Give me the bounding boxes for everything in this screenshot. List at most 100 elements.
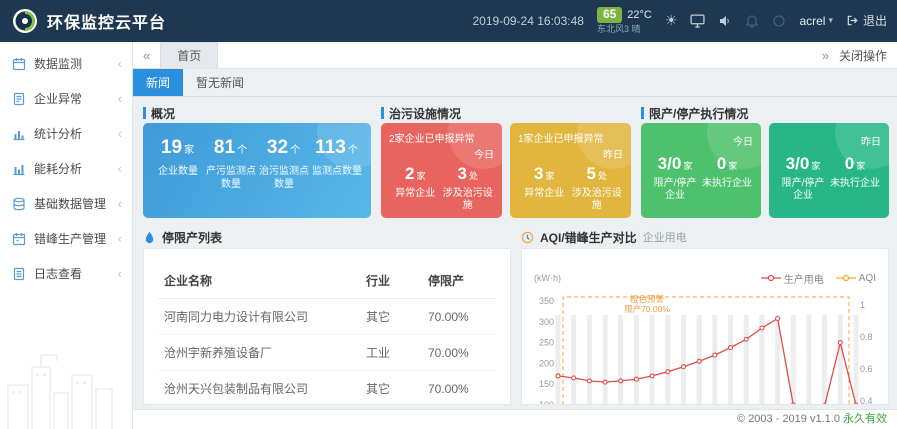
svg-text:橙色预警: 橙色预警 <box>630 294 665 304</box>
detail-row: 停限产列表 企业名称 行业 停限产 <box>143 226 889 405</box>
header-right: 2019-09-24 16:03:48 65 22°C 东北风3 晴 ☀ acr… <box>473 7 888 34</box>
column-header: 停限产 <box>422 263 496 299</box>
overview-card: 19家 企业数量 81个 产污监测点数量 32个 治污监测点数量 <box>143 123 371 218</box>
tab-news[interactable]: 新闻 <box>133 69 183 96</box>
news-tab-row: 新闻 暂无新闻 <box>133 69 897 97</box>
monitor-icon[interactable] <box>690 13 705 28</box>
city-skyline <box>0 337 133 429</box>
day-badge: 昨日 <box>777 133 881 148</box>
facility-card-today: 2家企业已申报异常 今日 2家 异常企业 3处 涉及治污设施 <box>381 123 502 218</box>
weather-widget: 65 22°C 东北风3 晴 <box>597 7 652 34</box>
stat-pollution-points: 81个 产污监测点数量 <box>204 137 257 191</box>
bell-icon[interactable] <box>745 14 759 28</box>
app-header: 环保监控云平台 2019-09-24 16:03:48 65 22°C 东北风3… <box>0 0 897 42</box>
table-row: 沧州宇新养殖设备厂 工业 70.00% <box>158 335 496 371</box>
username: acrel <box>799 14 825 28</box>
legend-label: AQI <box>859 273 876 284</box>
sidebar-item-peak-production[interactable]: 错峰生产管理 ‹ <box>0 221 132 256</box>
aqi-panel-subtitle: 企业用电 <box>643 229 687 245</box>
column-header: 企业名称 <box>158 263 360 299</box>
stop-list-table: 企业名称 行业 停限产 河南同力电力设计有限公司 其它 70.00% <box>158 263 496 405</box>
speaker-icon[interactable] <box>718 14 732 28</box>
legend-label: 生产用电 <box>784 271 824 286</box>
sidebar-item-base-data[interactable]: 基础数据管理 ‹ <box>0 186 132 221</box>
svg-text:200: 200 <box>539 358 554 368</box>
brand: 环保监控云平台 <box>12 8 166 34</box>
user-menu[interactable]: acrel ▾ <box>799 14 833 28</box>
content-area: « 首页 » 关闭操作 新闻 暂无新闻 概况 <box>133 42 897 429</box>
sidebar-item-statistics[interactable]: 统计分析 ‹ <box>0 116 132 151</box>
sidebar-item-enterprise-abnormal[interactable]: 企业异常 ‹ <box>0 81 132 116</box>
facility-section: 治污设施情况 2家企业已申报异常 今日 2家 异常企业 <box>381 103 631 218</box>
sidebar-item-label: 能耗分析 <box>34 160 110 177</box>
table-header-row: 企业名称 行业 停限产 <box>158 263 496 299</box>
tab-no-news[interactable]: 暂无新闻 <box>183 69 257 96</box>
legend-marker-icon <box>836 274 856 282</box>
facility-title: 治污设施情况 <box>381 103 631 123</box>
chevron-left-icon: ‹ <box>118 266 122 281</box>
stat-facilities-involved: 5处 涉及治污设施 <box>571 164 623 212</box>
log-icon <box>12 267 26 281</box>
legend-marker-icon <box>761 274 781 282</box>
svg-text:0.6: 0.6 <box>860 364 873 374</box>
stat-abnormal-enterprises: 2家 异常企业 <box>389 164 441 212</box>
database-icon <box>12 197 26 211</box>
facility-card-yesterday: 1家企业已申报异常 昨日 3家 异常企业 5处 涉及治污设施 <box>510 123 631 218</box>
overview-section: 概况 19家 企业数量 81个 产污监测点数量 <box>143 103 371 218</box>
collapse-tabs-icon[interactable]: « <box>143 48 150 63</box>
datetime: 2019-09-24 16:03:48 <box>473 14 584 28</box>
chevron-left-icon: ‹ <box>118 126 122 141</box>
table-row: 沧州天兴包装制品有限公司 其它 70.00% <box>158 371 496 406</box>
stat-monitor-points: 113个 监测点数量 <box>310 137 363 191</box>
main-layout: 数据监测 ‹ 企业异常 ‹ 统计分析 ‹ 能耗分析 ‹ <box>0 42 897 429</box>
tab-home[interactable]: 首页 <box>160 42 218 68</box>
svg-text:300: 300 <box>539 317 554 327</box>
sidebar-item-label: 日志查看 <box>34 265 110 282</box>
circle-icon[interactable] <box>772 14 786 28</box>
sidebar-item-logs[interactable]: 日志查看 ‹ <box>0 256 132 291</box>
close-operations-button[interactable]: 关闭操作 <box>839 47 887 64</box>
wind-label: 东北风3 晴 <box>597 25 652 35</box>
chevron-left-icon: ‹ <box>118 231 122 246</box>
y-axis-unit-label: (kW·h) <box>534 273 561 283</box>
day-badge: 今日 <box>649 133 753 148</box>
expand-tabs-icon[interactable]: » <box>822 48 829 63</box>
dashboard-panels: 概况 19家 企业数量 81个 产污监测点数量 <box>133 97 897 409</box>
svg-text:0.4: 0.4 <box>860 396 873 405</box>
svg-text:350: 350 <box>539 296 554 306</box>
sidebar-item-label: 基础数据管理 <box>34 195 110 212</box>
chart-legend: 生产用电 AQI <box>749 271 876 286</box>
chevron-left-icon: ‹ <box>118 161 122 176</box>
caret-down-icon: ▾ <box>828 15 833 26</box>
sidebar-item-label: 统计分析 <box>34 125 110 142</box>
aqi-chart-card: (kW·h) 生产用电AQI 35030025020015010010.80.6… <box>521 248 889 405</box>
bar-chart-icon <box>12 127 26 141</box>
svg-text:100: 100 <box>539 400 554 405</box>
stat-enterprises: 19家 企业数量 <box>151 137 204 191</box>
table-row: 河南同力电力设计有限公司 其它 70.00% <box>158 299 496 335</box>
license-text: 永久有效 <box>843 413 887 425</box>
schedule-icon <box>12 232 26 246</box>
sidebar-item-label: 错峰生产管理 <box>34 230 110 247</box>
sidebar-item-energy-analysis[interactable]: 能耗分析 ‹ <box>0 151 132 186</box>
stat-nonexecuting-enterprises: 0家 未执行企业 <box>829 154 881 202</box>
day-badge: 今日 <box>389 146 494 161</box>
stop-list-panel: 停限产列表 企业名称 行业 停限产 <box>143 226 511 405</box>
logout-button[interactable]: 退出 <box>846 12 887 29</box>
stop-list-card: 企业名称 行业 停限产 河南同力电力设计有限公司 其它 70.00% <box>143 248 511 405</box>
sun-icon: ☀ <box>665 12 678 29</box>
overview-title: 概况 <box>143 103 371 123</box>
svg-text:1: 1 <box>860 300 865 310</box>
column-header: 行业 <box>360 263 422 299</box>
day-badge: 昨日 <box>518 146 623 161</box>
energy-chart-icon <box>12 162 26 176</box>
info-icon <box>521 231 534 244</box>
legend-item[interactable]: 生产用电 <box>761 271 824 286</box>
sidebar: 数据监测 ‹ 企业异常 ‹ 统计分析 ‹ 能耗分析 ‹ <box>0 42 133 429</box>
chevron-left-icon: ‹ <box>118 91 122 106</box>
legend-item[interactable]: AQI <box>836 271 876 286</box>
aqi-panel: AQI/错峰生产对比 企业用电 (kW·h) 生产用电AQI 350300250… <box>521 226 889 405</box>
sidebar-item-data-monitoring[interactable]: 数据监测 ‹ <box>0 46 132 81</box>
title-accent-bar <box>381 107 384 119</box>
svg-text:限产70.00%: 限产70.00% <box>624 304 670 314</box>
